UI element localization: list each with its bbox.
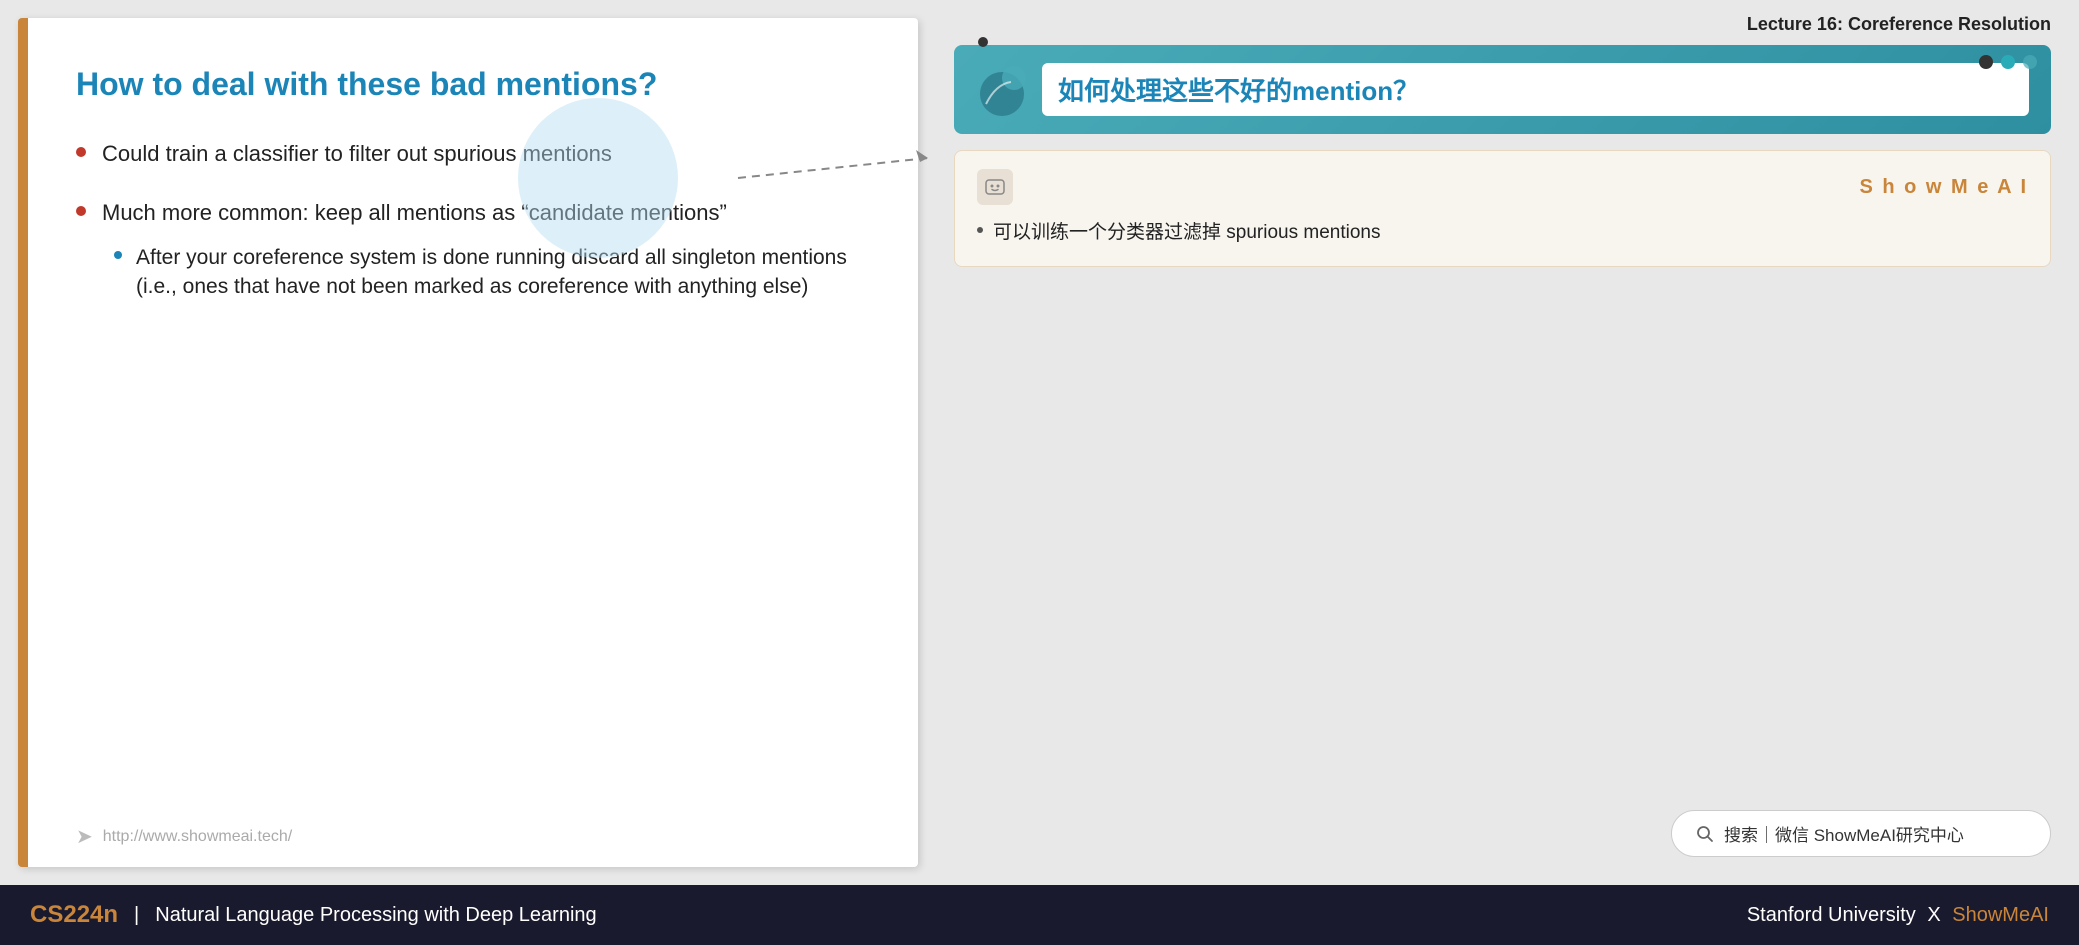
translation-bullet: 可以训练一个分类器过滤掉 spurious mentions [977, 219, 2028, 248]
translation-text: 可以训练一个分类器过滤掉 spurious mentions [993, 219, 1380, 248]
slide-footer: ➤ http://www.showmeai.tech/ [28, 812, 918, 867]
small-dot-top [978, 37, 988, 47]
zh-title-text: 如何处理这些不好的mention？ [1042, 63, 2029, 116]
sub-bullet-item-1: After your coreference system is done ru… [114, 243, 870, 302]
course-name: Natural Language Processing with Deep Le… [155, 904, 596, 927]
slide-bullet-list: Could train a classifier to filter out s… [76, 139, 870, 301]
x-mark: X [1927, 904, 1946, 926]
cursor-icon: ➤ [76, 824, 93, 849]
translation-card: S h o w M e A I 可以训练一个分类器过滤掉 spurious me… [954, 150, 2051, 267]
bottom-bar: CS224n | Natural Language Processing wit… [0, 885, 2079, 945]
translation-card-header: S h o w M e A I [977, 169, 2028, 205]
university-name: Stanford University [1747, 904, 1916, 926]
bottom-divider: | [134, 904, 139, 927]
dot-light-teal [2023, 55, 2037, 69]
search-bar[interactable]: 搜索｜微信 ShowMeAI研究中心 [1671, 810, 2051, 857]
sub-bullet-dot-1 [114, 251, 122, 259]
dots-indicator [1979, 55, 2037, 69]
bottom-left: CS224n | Natural Language Processing wit… [30, 901, 597, 929]
bullet-item-2: Much more common: keep all mentions as “… [76, 198, 870, 302]
dot-dark [1979, 55, 1993, 69]
dot-teal [2001, 55, 2015, 69]
ai-face-icon [983, 175, 1007, 199]
zh-title-icon [976, 64, 1028, 116]
main-content: How to deal with these bad mentions? Cou… [0, 0, 2079, 885]
showmeai-brand-bottom: ShowMeAI [1952, 904, 2049, 926]
footer-url[interactable]: http://www.showmeai.tech/ [103, 828, 292, 846]
decorative-circle [518, 98, 678, 258]
right-header: Lecture 16: Coreference Resolution [954, 0, 2051, 45]
bullet-2-content: Much more common: keep all mentions as “… [102, 198, 870, 302]
search-text: 搜索｜微信 ShowMeAI研究中心 [1724, 821, 1964, 846]
bullet-dot-1 [76, 147, 86, 157]
translation-bullet-dot [977, 227, 983, 233]
showmeai-brand: S h o w M e A I [1859, 176, 2028, 199]
showmeai-icon [977, 169, 1013, 205]
zh-title-card: 如何处理这些不好的mention？ [954, 45, 2051, 134]
bullet-item-1: Could train a classifier to filter out s… [76, 139, 870, 170]
course-code: CS224n [30, 901, 118, 929]
lecture-title: Lecture 16: Coreference Resolution [1747, 14, 2051, 34]
slide-title: How to deal with these bad mentions? [76, 66, 870, 103]
sub-bullet-text-1: After your coreference system is done ru… [136, 243, 870, 302]
sub-bullet-list: After your coreference system is done ru… [102, 243, 870, 302]
search-icon [1696, 825, 1714, 843]
right-panel: Lecture 16: Coreference Resolution 如何处理这… [918, 0, 2079, 885]
bullet-dot-2 [76, 206, 86, 216]
slide-content: How to deal with these bad mentions? Cou… [28, 18, 918, 812]
bottom-right: Stanford University X ShowMeAI [1747, 904, 2049, 927]
slide-panel: How to deal with these bad mentions? Cou… [18, 18, 918, 867]
